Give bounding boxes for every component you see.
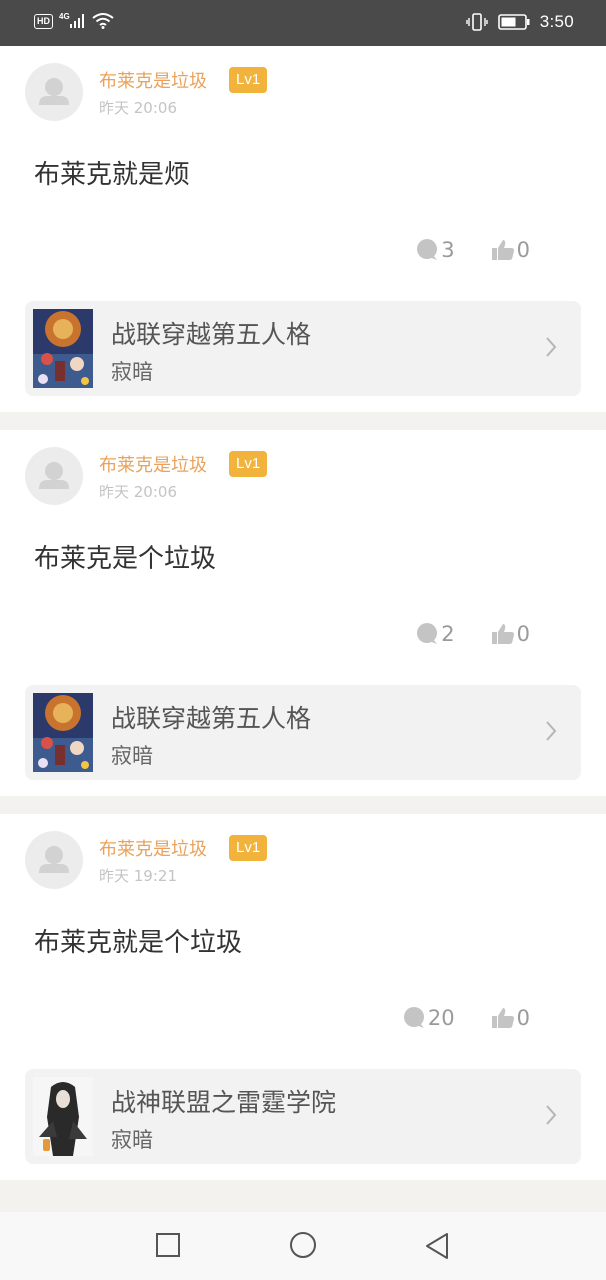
post-content: 布莱克是个垃圾 (34, 544, 217, 574)
book-title: 战联穿越第五人格 (111, 320, 312, 349)
post-card[interactable]: 布莱克是垃圾 Lv1 昨天 19:21 布莱克就是个垃圾 20 0 战神联盟之雷… (0, 814, 606, 1180)
like-count: 0 (516, 1006, 530, 1030)
comment-button[interactable]: 20 (402, 1006, 455, 1030)
avatar[interactable] (25, 447, 83, 505)
username[interactable]: 布莱克是垃圾 (99, 451, 207, 477)
book-link[interactable]: 战联穿越第五人格 寂暗 (25, 301, 581, 396)
default-user-icon (39, 846, 69, 873)
battery-icon (497, 14, 530, 30)
book-author: 寂暗 (111, 744, 153, 768)
username[interactable]: 布莱克是垃圾 (99, 67, 207, 93)
colorful-anime-cover-icon (33, 693, 93, 772)
like-button[interactable]: 0 (491, 1006, 530, 1030)
comment-feed: 布莱克是垃圾 Lv1 昨天 20:06 布莱克就是烦 3 0 战联穿越第五人格 … (0, 46, 606, 1180)
book-author: 寂暗 (111, 1128, 153, 1152)
comment-count: 2 (441, 622, 455, 646)
thumbs-up-icon (491, 1008, 514, 1028)
colorful-anime-cover-icon (33, 309, 93, 388)
like-count: 0 (516, 622, 530, 646)
status-bar: HD 4G 3:50 (0, 0, 606, 46)
chevron-right-icon (546, 721, 557, 741)
level-badge: Lv1 (229, 451, 268, 477)
network-type: 4G (59, 11, 70, 21)
system-nav-bar (0, 1212, 606, 1280)
comment-count: 20 (427, 1006, 455, 1030)
square-icon[interactable] (155, 1232, 181, 1258)
thumbs-up-icon (491, 240, 514, 260)
book-link[interactable]: 战神联盟之雷霆学院 寂暗 (25, 1069, 581, 1164)
post-time: 昨天 20:06 (99, 99, 177, 117)
signal-icon (69, 14, 84, 28)
comment-icon (417, 239, 438, 260)
comment-icon (417, 623, 438, 644)
triangle-back-icon[interactable] (424, 1232, 450, 1260)
circle-icon[interactable] (288, 1232, 318, 1262)
like-button[interactable]: 0 (491, 622, 530, 646)
avatar[interactable] (25, 831, 83, 889)
comment-icon (403, 1007, 424, 1028)
post-card[interactable]: 布莱克是垃圾 Lv1 昨天 20:06 布莱克就是烦 3 0 战联穿越第五人格 … (0, 46, 606, 412)
comment-button[interactable]: 2 (415, 622, 455, 646)
username[interactable]: 布莱克是垃圾 (99, 835, 207, 861)
level-badge: Lv1 (229, 67, 268, 93)
post-stats: 20 0 (402, 1006, 530, 1030)
chevron-right-icon (546, 1105, 557, 1125)
comment-count: 3 (441, 238, 455, 262)
post-time: 昨天 20:06 (99, 483, 177, 501)
book-cover (33, 693, 93, 772)
post-content: 布莱克就是烦 (34, 160, 191, 190)
book-title: 战神联盟之雷霆学院 (111, 1088, 337, 1117)
post-time: 昨天 19:21 (99, 867, 177, 885)
chevron-right-icon (546, 337, 557, 357)
post-stats: 2 0 (415, 622, 530, 646)
avatar[interactable] (25, 63, 83, 121)
default-user-icon (39, 78, 69, 105)
post-stats: 3 0 (415, 238, 530, 262)
vibrate-icon (466, 13, 488, 31)
dark-character-cover-icon (33, 1077, 93, 1156)
wifi-icon (92, 13, 114, 29)
post-card[interactable]: 布莱克是垃圾 Lv1 昨天 20:06 布莱克是个垃圾 2 0 战联穿越第五人格… (0, 430, 606, 796)
status-right: 3:50 (466, 12, 574, 32)
like-count: 0 (516, 238, 530, 262)
book-cover (33, 1077, 93, 1156)
default-user-icon (39, 462, 69, 489)
comment-button[interactable]: 3 (415, 238, 455, 262)
book-cover (33, 309, 93, 388)
hd-badge: HD (34, 13, 53, 29)
status-left: HD 4G (34, 11, 114, 29)
level-badge: Lv1 (229, 835, 268, 861)
clock: 3:50 (539, 12, 574, 31)
thumbs-up-icon (491, 624, 514, 644)
post-content: 布莱克就是个垃圾 (34, 928, 243, 958)
like-button[interactable]: 0 (491, 238, 530, 262)
book-title: 战联穿越第五人格 (111, 704, 312, 733)
book-author: 寂暗 (111, 360, 153, 384)
book-link[interactable]: 战联穿越第五人格 寂暗 (25, 685, 581, 780)
